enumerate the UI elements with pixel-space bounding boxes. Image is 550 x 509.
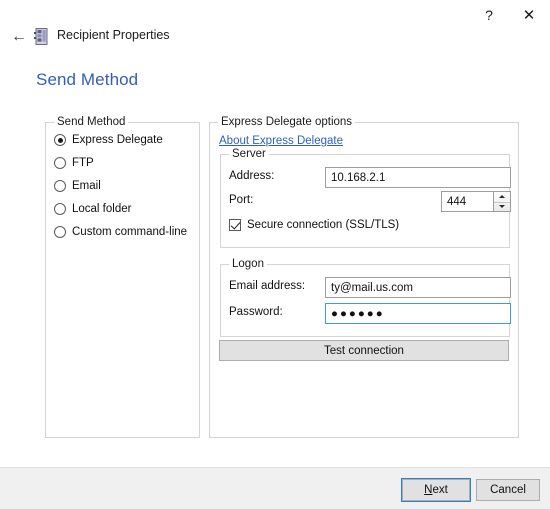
port-stepper[interactable]: 444 <box>441 191 511 212</box>
radio-express-delegate[interactable]: Express Delegate <box>54 131 163 149</box>
radio-label: Custom command-line <box>72 226 188 238</box>
radio-local-folder[interactable]: Local folder <box>54 200 131 218</box>
back-arrow-icon[interactable]: ← <box>8 26 30 48</box>
radio-custom-command-line[interactable]: Custom command-line <box>54 223 187 241</box>
radio-indicator <box>54 180 66 192</box>
radio-indicator <box>54 134 66 146</box>
password-input[interactable]: ●●●●●● <box>325 303 511 324</box>
radio-indicator <box>54 157 66 169</box>
recipient-properties-icon <box>34 28 50 45</box>
radio-ftp[interactable]: FTP <box>54 154 94 172</box>
cancel-button[interactable]: Cancel <box>476 479 540 501</box>
radio-label: Email <box>72 180 101 192</box>
radio-indicator <box>54 226 66 238</box>
radio-label: FTP <box>72 157 94 169</box>
express-delegate-options-group: Express Delegate options About Express D… <box>209 116 519 438</box>
port-input[interactable]: 444 <box>441 191 494 212</box>
secure-connection-checkbox[interactable]: Secure connection (SSL/TLS) <box>229 219 399 231</box>
express-options-legend: Express Delegate options <box>218 116 356 128</box>
spin-down-button[interactable] <box>494 201 510 212</box>
window-header: ← Recipient Properties <box>0 25 550 51</box>
checkbox-indicator <box>229 219 241 231</box>
test-connection-button[interactable]: Test connection <box>219 340 509 361</box>
send-method-legend: Send Method <box>54 116 129 128</box>
next-label-rest: ext <box>432 484 448 496</box>
address-label: Address: <box>229 170 275 182</box>
server-group: Server Address: 10.168.2.1 Port: 444 Sec… <box>220 148 511 248</box>
page-title: Send Method <box>36 70 139 89</box>
logon-legend: Logon <box>229 258 267 270</box>
server-legend: Server <box>229 148 269 160</box>
password-label: Password: <box>229 306 283 318</box>
caret-up-icon <box>499 195 505 199</box>
logon-group: Logon Email address: ty@mail.us.com Pass… <box>220 258 511 337</box>
port-spin-buttons[interactable] <box>494 191 511 212</box>
radio-email[interactable]: Email <box>54 177 101 195</box>
window-title: Recipient Properties <box>57 28 170 42</box>
radio-label: Local folder <box>72 203 132 215</box>
port-label: Port: <box>229 194 254 206</box>
spin-up-button[interactable] <box>494 192 510 202</box>
address-input[interactable]: 10.168.2.1 <box>325 167 511 188</box>
radio-label: Express Delegate <box>72 134 163 146</box>
about-express-delegate-link[interactable]: About Express Delegate <box>219 135 343 147</box>
next-accelerator: N <box>424 484 433 496</box>
radio-indicator <box>54 203 66 215</box>
email-address-label: Email address: <box>229 280 306 292</box>
next-button[interactable]: Next <box>402 479 470 501</box>
send-method-group: Send Method Express Delegate FTP Email L… <box>45 116 200 438</box>
caret-down-icon <box>499 205 505 209</box>
email-address-input[interactable]: ty@mail.us.com <box>325 277 511 298</box>
secure-connection-label: Secure connection (SSL/TLS) <box>247 219 400 231</box>
